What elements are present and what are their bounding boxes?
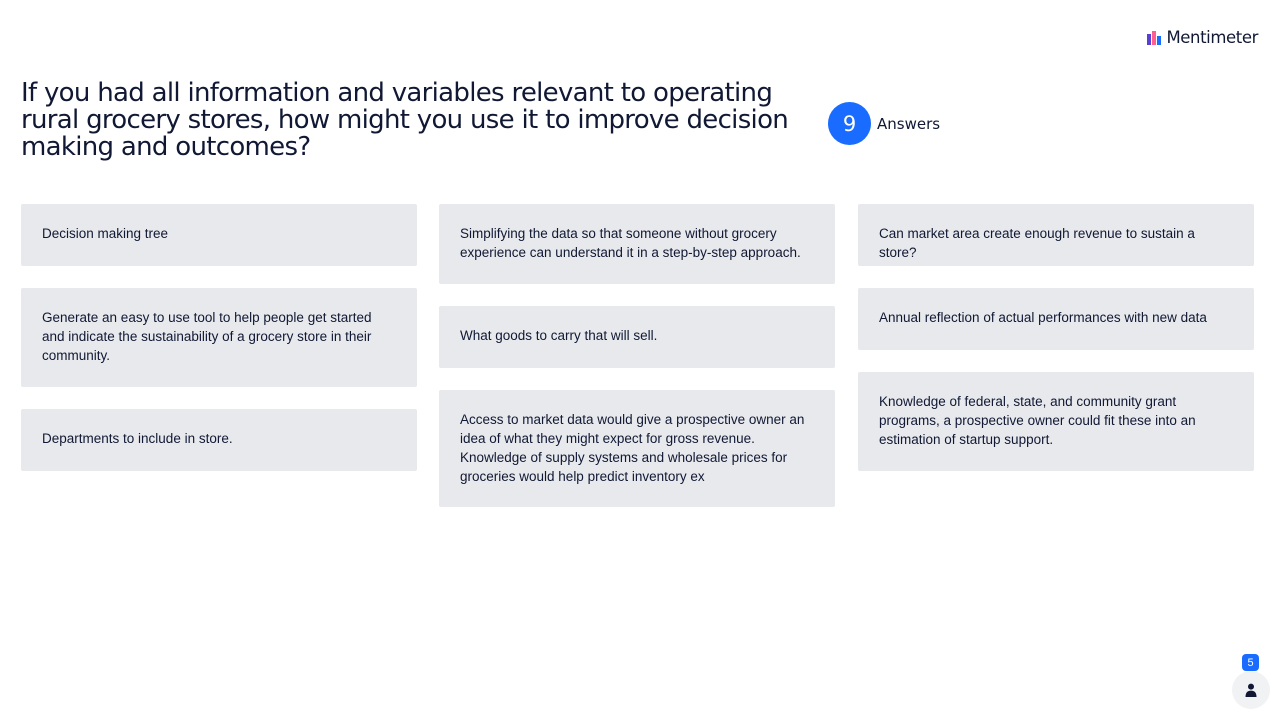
answer-card: Can market area create enough revenue to… bbox=[858, 204, 1254, 266]
answer-card: Generate an easy to use tool to help peo… bbox=[21, 288, 417, 387]
answers-column-1: Decision making tree Generate an easy to… bbox=[21, 204, 417, 493]
mentimeter-logo: Mentimeter bbox=[1147, 28, 1258, 47]
answers-label: Answers bbox=[877, 114, 941, 133]
person-icon bbox=[1245, 683, 1257, 697]
participants-count-badge: 5 bbox=[1242, 654, 1259, 671]
participants-button[interactable]: 5 bbox=[1232, 654, 1270, 709]
mentimeter-logo-icon bbox=[1147, 30, 1162, 45]
presentation-slide: Mentimeter If you had all information an… bbox=[0, 0, 1280, 720]
answers-count-badge: 9 bbox=[828, 102, 871, 145]
answers-column-2: Simplifying the data so that someone wit… bbox=[439, 204, 835, 529]
answer-card: Simplifying the data so that someone wit… bbox=[439, 204, 835, 284]
brand-name: Mentimeter bbox=[1166, 28, 1258, 47]
answer-card: Decision making tree bbox=[21, 204, 417, 266]
answer-card: Access to market data would give a prosp… bbox=[439, 390, 835, 507]
answer-card: Departments to include in store. bbox=[21, 409, 417, 471]
answers-column-3: Can market area create enough revenue to… bbox=[858, 204, 1254, 493]
answer-card: What goods to carry that will sell. bbox=[439, 306, 835, 368]
answers-counter: 9 Answers bbox=[828, 102, 940, 145]
question-title: If you had all information and variables… bbox=[21, 78, 789, 162]
answer-card: Annual reflection of actual performances… bbox=[858, 288, 1254, 350]
answer-card: Knowledge of federal, state, and communi… bbox=[858, 372, 1254, 471]
